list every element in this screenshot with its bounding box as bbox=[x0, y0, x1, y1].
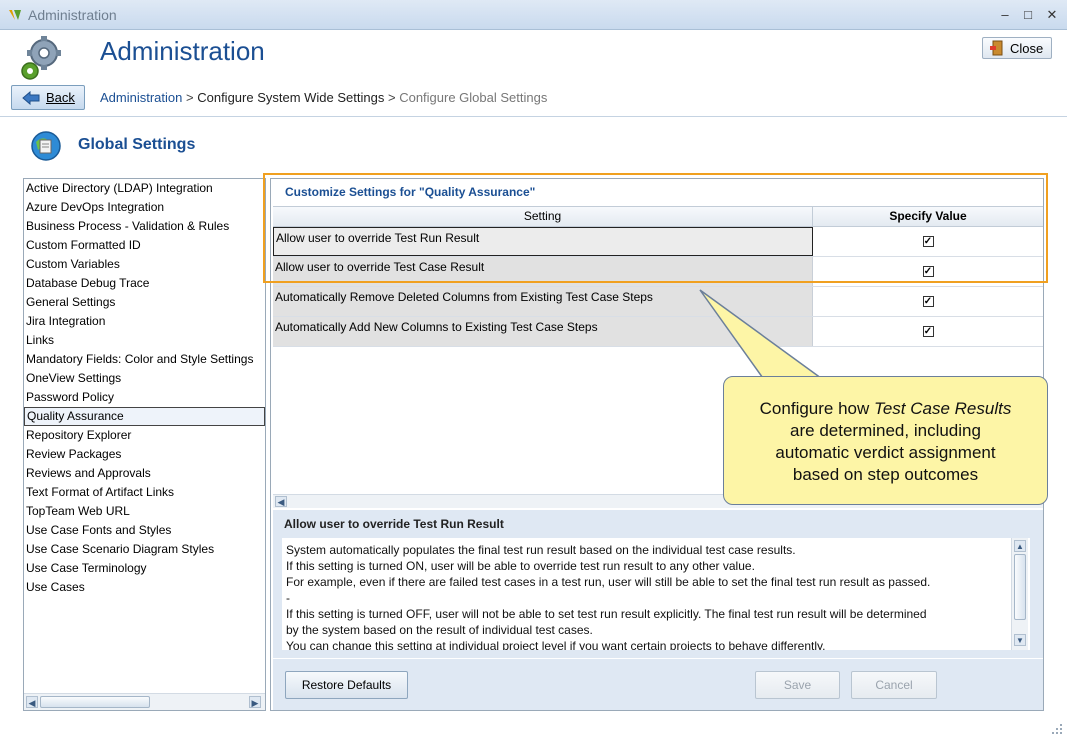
description-line: If this setting is turned ON, user will … bbox=[286, 559, 755, 573]
setting-value-cell[interactable]: ✓ bbox=[813, 287, 1043, 316]
setting-checkbox[interactable]: ✓ bbox=[922, 326, 934, 337]
save-button[interactable]: Save bbox=[755, 671, 840, 699]
description-line: You can change this setting at individua… bbox=[286, 639, 826, 650]
callout-line-1-prefix: Configure how bbox=[759, 399, 874, 418]
global-settings-icon bbox=[31, 131, 61, 161]
horizontal-scrollbar[interactable]: ◀ ▶ bbox=[24, 693, 265, 710]
sidebar-item[interactable]: Custom Formatted ID bbox=[24, 236, 265, 255]
description-line: If this setting is turned OFF, user will… bbox=[286, 607, 927, 621]
cancel-button[interactable]: Cancel bbox=[851, 671, 937, 699]
close-button-label: Close bbox=[1010, 40, 1044, 56]
description-line: System automatically populates the final… bbox=[286, 543, 796, 557]
callout-tail bbox=[699, 289, 828, 382]
sidebar-item[interactable]: Repository Explorer bbox=[24, 426, 265, 445]
app-logo-icon bbox=[9, 10, 21, 20]
callout-line-3: automatic verdict assignment bbox=[775, 443, 996, 462]
minimize-button[interactable]: – bbox=[996, 6, 1014, 24]
highlight-box bbox=[263, 173, 1048, 283]
breadcrumb-current: Configure Global Settings bbox=[399, 90, 548, 105]
back-arrow-icon bbox=[22, 90, 40, 105]
window-close-button[interactable]: ✕ bbox=[1043, 6, 1061, 24]
sidebar-item[interactable]: Use Case Terminology bbox=[24, 559, 265, 578]
sidebar-item[interactable]: Use Case Scenario Diagram Styles bbox=[24, 540, 265, 559]
breadcrumb-separator: > bbox=[387, 90, 396, 105]
callout-line-4: based on step outcomes bbox=[792, 465, 979, 484]
close-button[interactable]: Close bbox=[982, 37, 1052, 59]
page-title: Administration bbox=[100, 36, 265, 66]
callout-emphasis: Test Case Results bbox=[874, 399, 1012, 418]
scroll-left-arrow-icon[interactable]: ◀ bbox=[275, 496, 287, 507]
scrollbar-thumb[interactable] bbox=[40, 696, 150, 708]
door-exit-icon bbox=[990, 40, 1003, 56]
sidebar-item[interactable]: Use Cases bbox=[24, 578, 265, 597]
sidebar-item[interactable]: Custom Variables bbox=[24, 255, 265, 274]
sidebar-item[interactable]: Text Format of Artifact Links bbox=[24, 483, 265, 502]
scroll-up-arrow-icon[interactable]: ▲ bbox=[1014, 540, 1026, 552]
section-header: Global Settings bbox=[0, 118, 1067, 178]
sidebar-item[interactable]: Links bbox=[24, 331, 265, 350]
sidebar-item[interactable]: Business Process - Validation & Rules bbox=[24, 217, 265, 236]
description-line: For example, even if there are failed te… bbox=[286, 575, 931, 589]
sidebar-item[interactable]: Review Packages bbox=[24, 445, 265, 464]
page-header: Administration Close Back Administration… bbox=[0, 30, 1067, 117]
sidebar-item[interactable]: General Settings bbox=[24, 293, 265, 312]
breadcrumb-system-wide: Configure System Wide Settings bbox=[197, 90, 385, 105]
description-line: - bbox=[286, 591, 290, 605]
sidebar-item[interactable]: TopTeam Web URL bbox=[24, 502, 265, 521]
sidebar-item[interactable]: Quality Assurance bbox=[24, 407, 265, 426]
button-bar: Restore Defaults Save Cancel bbox=[273, 659, 1043, 710]
sidebar-item[interactable]: Jira Integration bbox=[24, 312, 265, 331]
sidebar-item[interactable]: Active Directory (LDAP) Integration bbox=[24, 179, 265, 198]
table-row[interactable]: Automatically Add New Columns to Existin… bbox=[273, 317, 1043, 347]
sidebar-item[interactable]: Reviews and Approvals bbox=[24, 464, 265, 483]
window-titlebar: Administration – □ ✕ bbox=[0, 0, 1067, 30]
sidebar-item[interactable]: Password Policy bbox=[24, 388, 265, 407]
window-title: Administration bbox=[28, 7, 117, 23]
breadcrumb-administration[interactable]: Administration bbox=[100, 90, 182, 105]
sidebar-item[interactable]: Mandatory Fields: Color and Style Settin… bbox=[24, 350, 265, 369]
restore-defaults-button[interactable]: Restore Defaults bbox=[285, 671, 408, 699]
back-button[interactable]: Back bbox=[11, 85, 85, 110]
callout-tooltip: Configure how Test Case Results are dete… bbox=[723, 376, 1048, 505]
section-title: Global Settings bbox=[78, 136, 196, 153]
setting-checkbox[interactable]: ✓ bbox=[922, 296, 934, 307]
description-panel: Allow user to override Test Run Result S… bbox=[273, 510, 1043, 658]
description-scrollbar[interactable]: ▲ ▼ bbox=[1011, 538, 1028, 650]
description-line: by the system based on the result of ind… bbox=[286, 623, 593, 637]
breadcrumb-separator: > bbox=[186, 90, 194, 105]
gears-icon bbox=[21, 36, 61, 80]
breadcrumb: Administration > Configure System Wide S… bbox=[100, 90, 547, 105]
scrollbar-thumb[interactable] bbox=[1014, 554, 1026, 620]
scroll-right-arrow-icon[interactable]: ▶ bbox=[249, 696, 261, 708]
description-title: Allow user to override Test Run Result bbox=[284, 517, 504, 531]
description-text: System automatically populates the final… bbox=[282, 538, 1030, 650]
scroll-down-arrow-icon[interactable]: ▼ bbox=[1014, 634, 1026, 646]
table-row[interactable]: Automatically Remove Deleted Columns fro… bbox=[273, 287, 1043, 317]
scroll-left-arrow-icon[interactable]: ◀ bbox=[26, 696, 38, 708]
sidebar-item[interactable]: Use Case Fonts and Styles bbox=[24, 521, 265, 540]
sidebar-item[interactable]: OneView Settings bbox=[24, 369, 265, 388]
callout-line-1: Configure how Test Case Results bbox=[724, 398, 1047, 420]
sidebar-item[interactable]: Database Debug Trace bbox=[24, 274, 265, 293]
settings-category-list: Active Directory (LDAP) Integration Azure… bbox=[23, 178, 266, 711]
maximize-button[interactable]: □ bbox=[1019, 6, 1037, 24]
resize-grip-icon[interactable] bbox=[1050, 722, 1064, 736]
setting-value-cell[interactable]: ✓ bbox=[813, 317, 1043, 346]
back-button-label: Back bbox=[46, 90, 75, 105]
sidebar-item[interactable]: Azure DevOps Integration bbox=[24, 198, 265, 217]
callout-line-2: are determined, including bbox=[790, 421, 981, 440]
